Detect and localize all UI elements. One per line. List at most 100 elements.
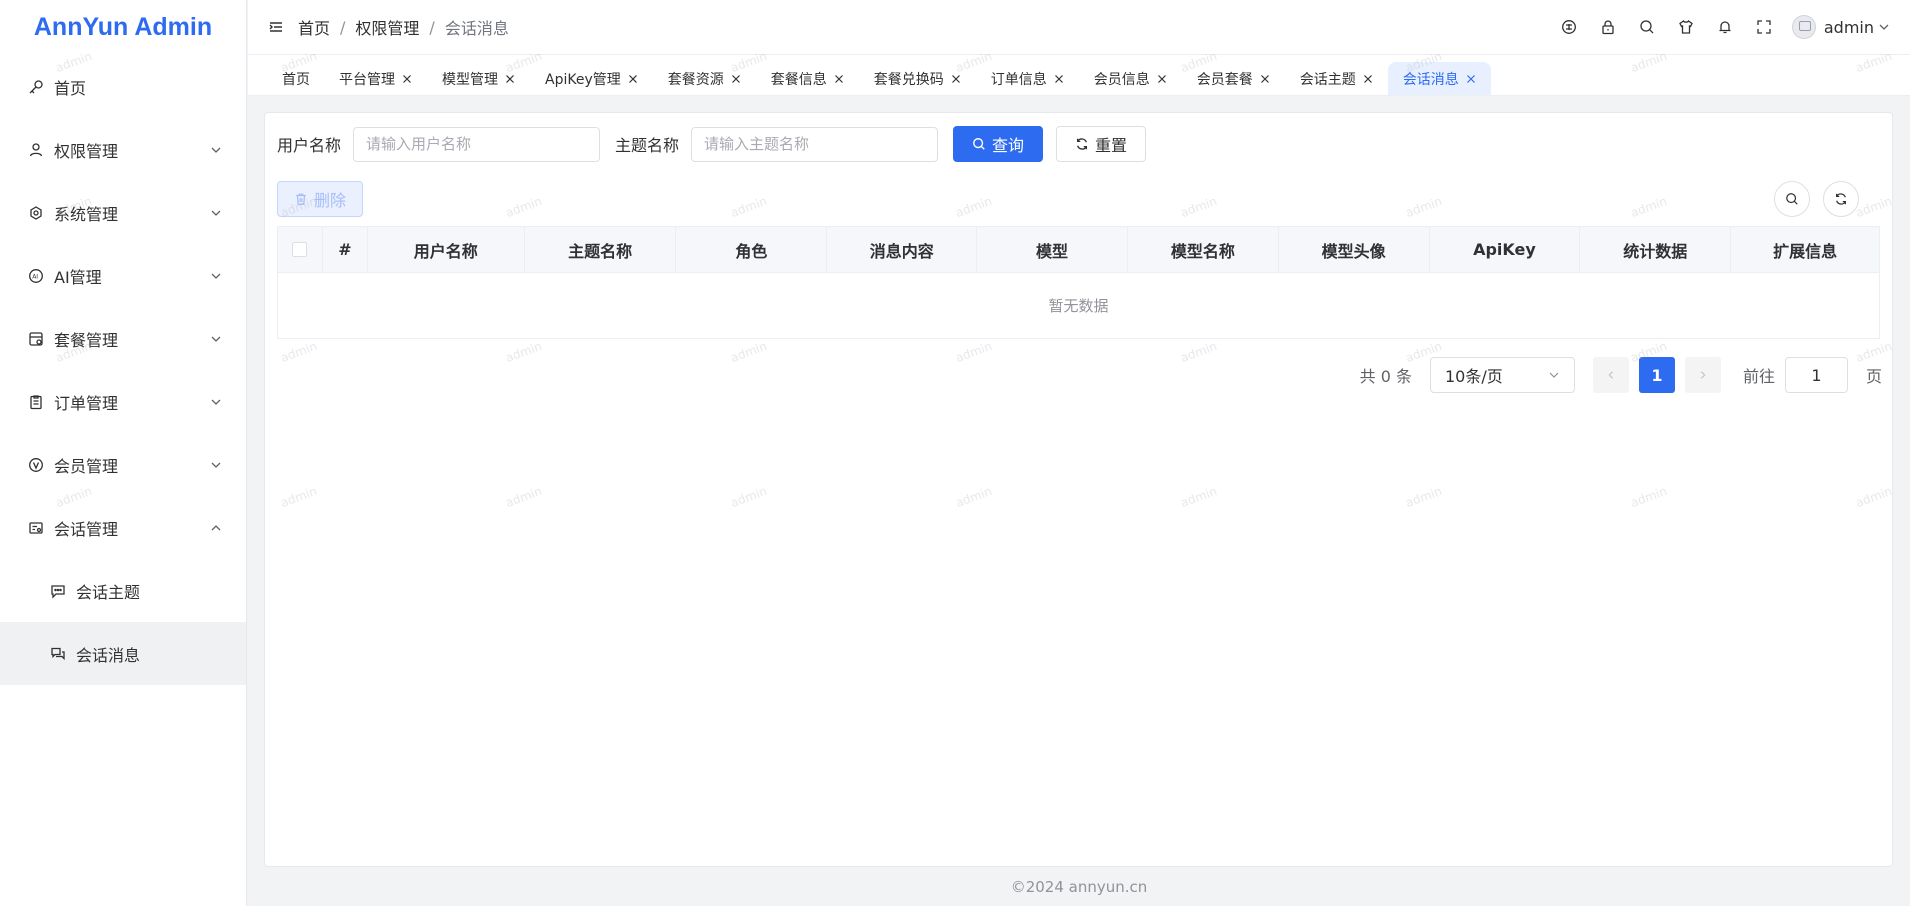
username[interactable]: admin	[1824, 18, 1874, 37]
tab-label: 订单信息	[990, 71, 1047, 88]
sidebar-item-label: 会员管理	[54, 456, 119, 476]
column-header-topic: 主题名称	[525, 227, 677, 272]
tab-label: 会话主题	[1299, 71, 1356, 88]
header-actions: admin	[1550, 0, 1910, 54]
search-form: 用户名称 主题名称 查询 重置	[277, 126, 1147, 162]
tab-home[interactable]: 首页	[267, 62, 324, 95]
tab-chat-message[interactable]: 会话消息	[1387, 62, 1491, 95]
chat-topic-icon	[50, 583, 66, 599]
column-header-model-avatar: 模型头像	[1279, 227, 1430, 272]
reset-button[interactable]: 重置	[1056, 126, 1147, 162]
breadcrumb-item[interactable]: 首页	[298, 15, 330, 39]
sidebar-item-label: AI管理	[54, 267, 102, 287]
query-button[interactable]: 查询	[953, 126, 1044, 162]
goto-page-input[interactable]	[1784, 357, 1848, 393]
delete-button[interactable]: 删除	[277, 181, 364, 217]
sidebar-item-ai[interactable]: AI AI管理	[0, 244, 246, 307]
goto-label: 前往	[1742, 367, 1775, 386]
page-suffix: 页	[1865, 367, 1882, 386]
close-icon[interactable]	[1156, 73, 1168, 85]
page-number-current[interactable]: 1	[1638, 357, 1675, 393]
lock-icon[interactable]	[1589, 0, 1628, 55]
tab-label: 平台管理	[339, 71, 395, 88]
tab-label: 套餐信息	[770, 71, 827, 88]
close-icon[interactable]	[401, 73, 413, 85]
tab-member-info[interactable]: 会员信息	[1079, 62, 1182, 95]
sidebar-item-permission[interactable]: 权限管理	[0, 118, 246, 181]
tab-redeem-code[interactable]: 套餐兑换码	[859, 62, 976, 95]
tab-package-resource[interactable]: 套餐资源	[653, 62, 756, 95]
column-header-message-content: 消息内容	[827, 227, 978, 272]
close-icon[interactable]	[730, 73, 742, 85]
topic-name-label: 主题名称	[615, 136, 680, 155]
package-icon	[28, 331, 44, 347]
sidebar-item-session[interactable]: 会话管理	[0, 496, 246, 559]
next-page-button[interactable]	[1684, 357, 1721, 393]
toggle-search-button[interactable]	[1774, 181, 1810, 217]
search-icon[interactable]	[1628, 0, 1667, 55]
select-all-cell	[278, 227, 323, 272]
tab-apikey[interactable]: ApiKey管理	[530, 62, 653, 95]
table-empty-text: 暂无数据	[1048, 297, 1109, 315]
sidebar-subitem-chat-topic[interactable]: 会话主题	[0, 559, 246, 622]
select-all-checkbox[interactable]	[292, 242, 308, 257]
menu-collapse-icon[interactable]	[254, 19, 298, 35]
tab-order-info[interactable]: 订单信息	[976, 62, 1079, 95]
sidebar-item-label: 会话管理	[54, 519, 119, 539]
close-icon[interactable]	[627, 73, 639, 85]
svg-text:AI: AI	[32, 273, 38, 280]
sidebar-item-system[interactable]: 系统管理	[0, 181, 246, 244]
refresh-table-button[interactable]	[1823, 181, 1859, 217]
close-icon[interactable]	[950, 73, 962, 85]
avatar[interactable]	[1791, 15, 1816, 39]
topic-name-input[interactable]	[691, 126, 939, 162]
key-icon	[28, 79, 44, 95]
tab-model[interactable]: 模型管理	[427, 62, 530, 95]
tab-label: 套餐兑换码	[873, 71, 944, 88]
column-header-extension: 扩展信息	[1773, 241, 1838, 261]
app-logo[interactable]: AnnYun Admin	[0, 0, 246, 55]
close-icon[interactable]	[1259, 73, 1271, 85]
close-icon[interactable]	[1465, 73, 1477, 85]
tab-label: 会话消息	[1402, 71, 1459, 88]
chevron-down-icon	[210, 333, 222, 345]
fullscreen-icon[interactable]	[1745, 0, 1784, 55]
sidebar-item-member[interactable]: 会员管理	[0, 433, 246, 496]
close-icon[interactable]	[1053, 73, 1065, 85]
column-header-apikey: ApiKey	[1430, 227, 1581, 272]
prev-page-button[interactable]	[1592, 357, 1629, 393]
content-card: 用户名称 主题名称 查询 重置 删除 # 用户名称 主题名称 角色 消息内容 模…	[264, 112, 1893, 867]
page-size-value: 10条/页	[1444, 367, 1503, 386]
theme-shirt-icon[interactable]	[1667, 0, 1706, 55]
column-header-index: #	[323, 227, 368, 272]
pagination-total: 共 0 条	[1359, 367, 1412, 386]
breadcrumb-item[interactable]: 权限管理	[355, 15, 419, 39]
user-menu[interactable]: admin	[1791, 15, 1890, 39]
column-header-model-name: 模型名称	[1128, 227, 1279, 272]
sidebar-item-home[interactable]: 首页	[0, 55, 246, 118]
sidebar-subitem-chat-message[interactable]: 会话消息	[0, 622, 246, 685]
sidebar-item-order[interactable]: 订单管理	[0, 370, 246, 433]
tab-member-package[interactable]: 会员套餐	[1182, 62, 1285, 95]
tab-platform[interactable]: 平台管理	[324, 62, 427, 95]
column-header-statistics: 统计数据	[1580, 227, 1732, 272]
sidebar-item-package[interactable]: 套餐管理	[0, 307, 246, 370]
page-size-select[interactable]: 10条/页	[1429, 357, 1575, 393]
breadcrumb-separator: /	[340, 17, 346, 37]
column-header-model: 模型	[977, 227, 1128, 272]
tab-chat-topic[interactable]: 会话主题	[1285, 62, 1388, 95]
chevron-down-icon	[210, 207, 222, 219]
user-name-label: 用户名称	[277, 136, 342, 155]
user-name-input[interactable]	[353, 126, 601, 162]
reset-button-label: 重置	[1095, 136, 1128, 155]
close-icon[interactable]	[1362, 73, 1374, 85]
translate-icon[interactable]	[1550, 0, 1589, 55]
close-icon[interactable]	[833, 73, 845, 85]
tab-package-info[interactable]: 套餐信息	[756, 62, 859, 95]
tab-label: 模型管理	[442, 71, 498, 88]
refresh-icon	[1077, 138, 1088, 150]
sidebar-item-label: 会话消息	[76, 645, 141, 665]
close-icon[interactable]	[504, 73, 516, 85]
sidebar-item-label: 会话主题	[76, 582, 141, 602]
bell-icon[interactable]	[1706, 0, 1745, 55]
